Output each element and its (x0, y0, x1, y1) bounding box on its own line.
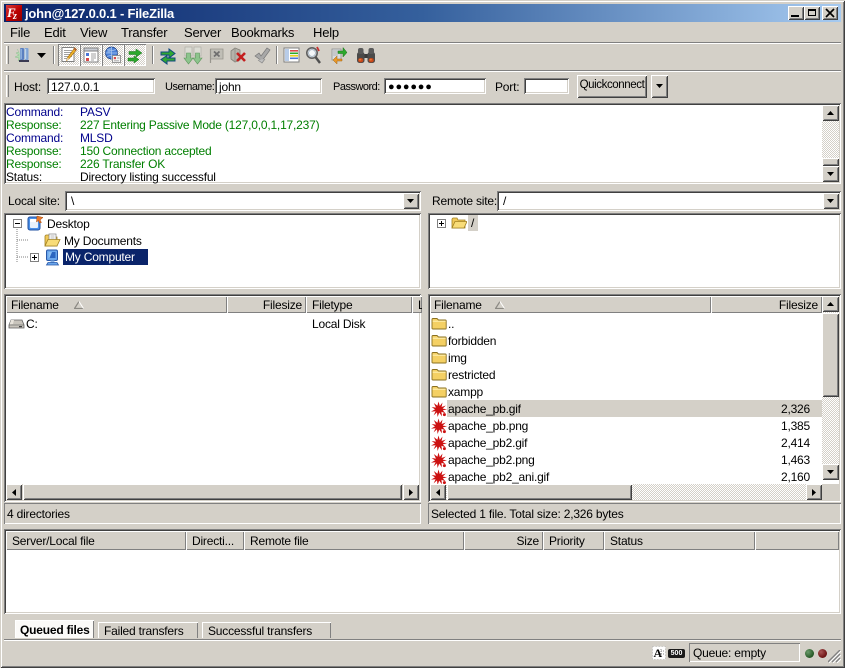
svg-text:z: z (12, 11, 17, 21)
